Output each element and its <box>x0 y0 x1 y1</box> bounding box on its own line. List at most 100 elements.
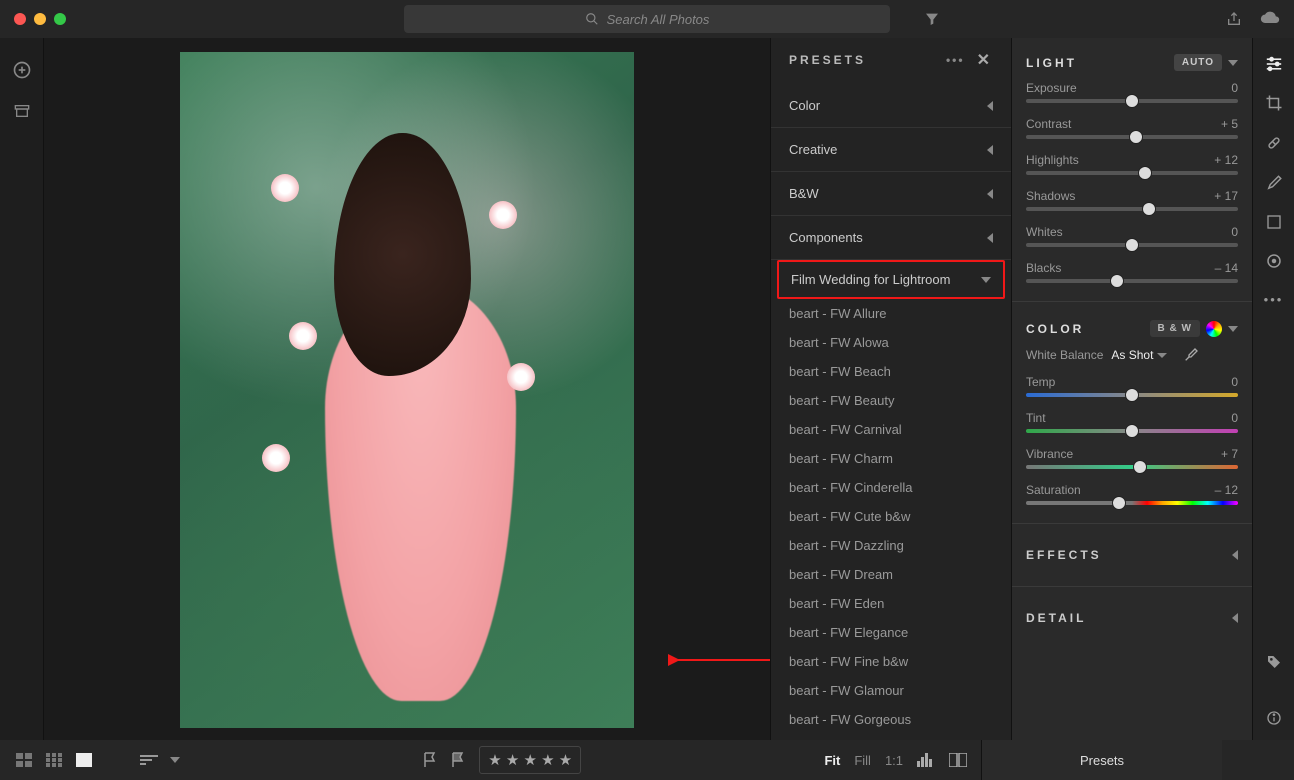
edit-panel: LIGHT AUTO Exposure0 Contrast+ 5 Highlight… <box>1011 38 1252 740</box>
preset-item[interactable]: beart - FW Beach <box>771 357 1011 386</box>
chevron-left-icon <box>1232 550 1238 560</box>
grid-view-icon[interactable] <box>16 753 32 767</box>
chevron-down-icon[interactable] <box>1228 326 1238 332</box>
chevron-left-icon <box>987 233 993 243</box>
bw-button[interactable]: B & W <box>1150 320 1200 337</box>
add-icon[interactable] <box>12 60 32 80</box>
chevron-left-icon <box>987 101 993 111</box>
chevron-left-icon <box>987 145 993 155</box>
preset-group[interactable]: Creative <box>771 128 1011 172</box>
slider-highlights[interactable]: Highlights+ 12 <box>1026 153 1238 175</box>
maximize-window-icon[interactable] <box>54 13 66 25</box>
preset-item[interactable]: beart - FW Gorgeous <box>771 705 1011 734</box>
preset-group-open[interactable]: Film Wedding for Lightroom <box>777 260 1005 299</box>
search-icon <box>585 12 599 26</box>
preset-group-label: B&W <box>789 186 819 201</box>
wb-select[interactable]: As Shot <box>1111 348 1167 362</box>
preset-item[interactable]: beart - FW Eden <box>771 589 1011 618</box>
title-bar: Search All Photos <box>0 0 1294 38</box>
left-toolbar <box>0 38 44 740</box>
preset-item[interactable]: beart - FW Elegance <box>771 618 1011 647</box>
slider-blacks[interactable]: Blacks– 14 <box>1026 261 1238 283</box>
grid-small-icon[interactable] <box>46 753 62 767</box>
wb-label: White Balance <box>1026 348 1103 362</box>
histogram-icon[interactable] <box>917 753 935 767</box>
close-icon[interactable]: ✕ <box>977 50 993 70</box>
detail-section[interactable]: DETAIL <box>1026 605 1238 631</box>
preset-item[interactable]: beart - FW Charm <box>771 444 1011 473</box>
sort-icon[interactable] <box>140 754 162 766</box>
chevron-down-icon <box>981 277 991 283</box>
chevron-left-icon <box>987 189 993 199</box>
single-view-icon[interactable] <box>76 753 92 767</box>
zoom-ratio[interactable]: 1:1 <box>885 753 903 768</box>
chevron-left-icon <box>1232 613 1238 623</box>
archive-icon[interactable] <box>14 104 30 118</box>
close-window-icon[interactable] <box>14 13 26 25</box>
chevron-down-icon[interactable] <box>1228 60 1238 66</box>
eyedropper-icon[interactable] <box>1183 347 1199 363</box>
zoom-fit[interactable]: Fit <box>824 753 840 768</box>
bottom-bar: ★ ★ ★ ★ ★ Fit Fill 1:1 Presets <box>0 740 1294 780</box>
slider-vibrance[interactable]: Vibrance+ 7 <box>1026 447 1238 469</box>
heal-icon[interactable] <box>1265 134 1283 152</box>
radial-gradient-icon[interactable] <box>1265 252 1283 270</box>
slider-exposure[interactable]: Exposure0 <box>1026 81 1238 103</box>
share-icon[interactable] <box>1226 11 1242 27</box>
more-icon[interactable]: ••• <box>946 53 965 67</box>
preset-item[interactable]: beart - FW Glamour <box>771 676 1011 705</box>
tag-icon[interactable] <box>1266 654 1282 670</box>
preset-item[interactable]: beart - FW Dream <box>771 560 1011 589</box>
slider-temp[interactable]: Temp0 <box>1026 375 1238 397</box>
presets-footer-button[interactable]: Presets <box>981 740 1222 780</box>
filter-icon[interactable] <box>924 11 940 27</box>
slider-whites[interactable]: Whites0 <box>1026 225 1238 247</box>
presets-title: PRESETS <box>789 53 866 67</box>
rating-stars[interactable]: ★ ★ ★ ★ ★ <box>479 746 581 774</box>
minimize-window-icon[interactable] <box>34 13 46 25</box>
crop-icon[interactable] <box>1265 94 1283 112</box>
preset-item[interactable]: beart - FW Cute b&w <box>771 502 1011 531</box>
preset-group-label: Color <box>789 98 820 113</box>
preset-group-open-label: Film Wedding for Lightroom <box>791 272 950 287</box>
preset-group[interactable]: Color <box>771 84 1011 128</box>
zoom-fill[interactable]: Fill <box>854 753 871 768</box>
more-icon[interactable]: ••• <box>1264 292 1284 307</box>
preset-item[interactable]: beart - FW Allure <box>771 299 1011 328</box>
preset-item[interactable]: beart - FW Carnival <box>771 415 1011 444</box>
color-title: COLOR <box>1026 322 1084 336</box>
search-input[interactable]: Search All Photos <box>404 5 890 33</box>
tool-rail: ••• <box>1252 38 1294 740</box>
flag-reject-icon[interactable] <box>451 752 465 768</box>
linear-gradient-icon[interactable] <box>1266 214 1282 230</box>
slider-contrast[interactable]: Contrast+ 5 <box>1026 117 1238 139</box>
chevron-down-icon[interactable] <box>170 757 180 763</box>
preset-group[interactable]: Components <box>771 216 1011 260</box>
auto-button[interactable]: AUTO <box>1174 54 1222 71</box>
window-controls <box>14 13 66 25</box>
preset-group-label: Components <box>789 230 863 245</box>
cloud-icon[interactable] <box>1260 11 1280 27</box>
slider-shadows[interactable]: Shadows+ 17 <box>1026 189 1238 211</box>
brush-icon[interactable] <box>1265 174 1283 192</box>
preset-item[interactable]: beart - FW Dazzling <box>771 531 1011 560</box>
info-icon[interactable] <box>1266 710 1282 726</box>
compare-icon[interactable] <box>949 753 967 767</box>
light-title: LIGHT <box>1026 56 1077 70</box>
image-canvas[interactable] <box>44 38 770 740</box>
effects-section[interactable]: EFFECTS <box>1026 542 1238 568</box>
preset-item[interactable]: beart - FW Alowa <box>771 328 1011 357</box>
slider-saturation[interactable]: Saturation– 12 <box>1026 483 1238 505</box>
flag-icon[interactable] <box>423 752 437 768</box>
search-placeholder: Search All Photos <box>607 12 710 27</box>
preset-item[interactable]: beart - FW Beauty <box>771 386 1011 415</box>
color-mixer-icon[interactable] <box>1206 321 1222 337</box>
presets-panel: PRESETS ••• ✕ Color Creative B&W Components… <box>770 38 1011 740</box>
preset-group[interactable]: B&W <box>771 172 1011 216</box>
preset-group-label: Creative <box>789 142 837 157</box>
slider-tint[interactable]: Tint0 <box>1026 411 1238 433</box>
preset-item[interactable]: beart - FW Fine b&w <box>771 647 1011 676</box>
preview-image <box>180 52 634 728</box>
preset-item[interactable]: beart - FW Cinderella <box>771 473 1011 502</box>
adjust-icon[interactable] <box>1264 56 1284 72</box>
